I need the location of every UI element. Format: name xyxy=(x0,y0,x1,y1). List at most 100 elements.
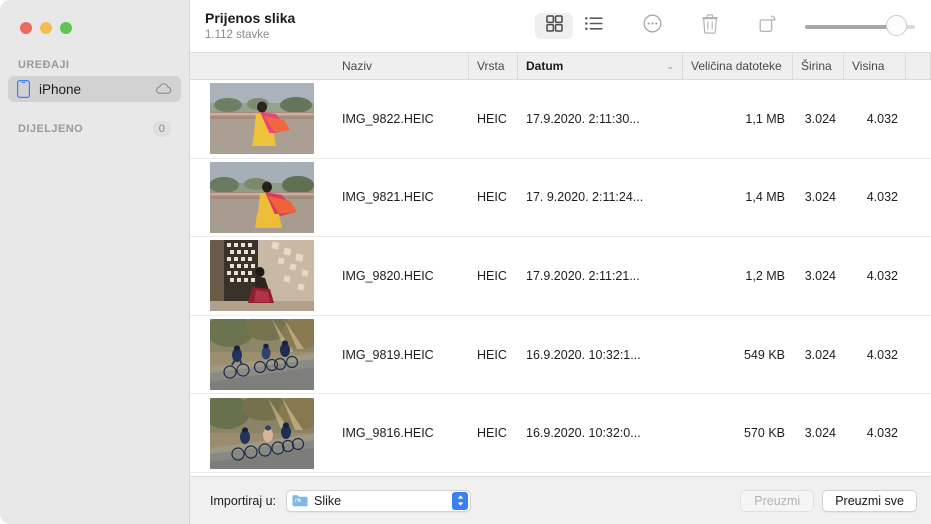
row-name: IMG_9820.HEIC xyxy=(342,268,434,283)
sidebar-section-header-devices: UREĐAJI xyxy=(0,59,189,71)
column-header-name[interactable]: Naziv xyxy=(334,53,469,79)
column-header-thumbnail[interactable] xyxy=(190,53,334,79)
table-row[interactable]: IMG_9821.HEIC HEIC 17. 9.2020. 2:11:24..… xyxy=(190,159,931,238)
row-width: 3.024 xyxy=(804,426,836,441)
title-block: Prijenos slika 1.112 stavke xyxy=(204,10,295,42)
column-header-file-size[interactable]: Veličina datoteke xyxy=(683,53,793,79)
download-actions: Preuzmi Preuzmi sve xyxy=(740,489,917,512)
delete-button[interactable] xyxy=(691,13,729,39)
cloud-icon[interactable] xyxy=(155,83,172,95)
chevron-down-icon: ⌄ xyxy=(666,60,674,71)
bottom-bar: Importiraj u: Slike Preuzmi Preuzmi sve xyxy=(190,476,931,524)
row-height: 4.032 xyxy=(866,111,898,126)
slider-knob[interactable] xyxy=(886,15,908,36)
popup-stepper-icon[interactable] xyxy=(452,491,468,510)
table-column-headers: Naziv Vrsta Datum ⌄ Veličina datoteke Ši… xyxy=(190,52,931,80)
slider-fill xyxy=(805,24,891,29)
column-header-label: Veličina datoteke xyxy=(691,59,782,73)
grid-icon xyxy=(545,15,563,37)
sidebar-section-label: UREĐAJI xyxy=(18,59,70,71)
row-kind: HEIC xyxy=(477,268,507,283)
download-button[interactable]: Preuzmi xyxy=(740,489,815,512)
photo-thumbnail-woman-pink-sari xyxy=(210,83,314,155)
row-thumbnail xyxy=(190,319,334,391)
toolbar-actions xyxy=(535,13,917,39)
column-header-label: Naziv xyxy=(342,59,373,73)
iphone-icon xyxy=(17,80,30,98)
table-row[interactable]: IMG_9820.HEIC HEIC 17.9.2020. 2:11:21...… xyxy=(190,237,931,316)
pictures-folder-icon xyxy=(292,494,308,507)
row-date: 16.9.2020. 10:32:0... xyxy=(526,426,641,441)
column-header-width[interactable]: Širina xyxy=(793,53,844,79)
sidebar-section-label: DIJELJENO xyxy=(18,123,84,135)
list-view-button[interactable] xyxy=(575,13,613,39)
row-date: 17.9.2020. 2:11:30... xyxy=(526,111,640,126)
row-width: 3.024 xyxy=(804,347,836,362)
row-height: 4.032 xyxy=(866,268,898,283)
trash-icon xyxy=(701,13,719,39)
column-header-label: Visina xyxy=(852,59,885,73)
row-kind: HEIC xyxy=(477,347,507,362)
more-options-button[interactable] xyxy=(633,13,671,39)
close-button[interactable] xyxy=(20,21,32,34)
sidebar-item-iphone[interactable]: iPhone xyxy=(8,76,181,102)
ellipsis-circle-icon xyxy=(643,14,662,38)
row-width: 3.024 xyxy=(804,190,836,205)
table-row[interactable]: IMG_9822.HEIC HEIC 17.9.2020. 2:11:30...… xyxy=(190,80,931,159)
row-file-size: 1,1 MB xyxy=(745,111,785,126)
row-thumbnail xyxy=(190,161,334,233)
sidebar-item-label: iPhone xyxy=(39,81,82,97)
row-name: IMG_9821.HEIC xyxy=(342,190,434,205)
destination-folder-label: Slike xyxy=(314,493,342,508)
row-thumbnail xyxy=(190,397,334,469)
row-thumbnail xyxy=(190,240,334,312)
row-file-size: 1,2 MB xyxy=(745,268,785,283)
image-capture-window: UREĐAJI iPhone DIJELJENO 0 Prijenos slik… xyxy=(0,0,931,524)
toolbar: Prijenos slika 1.112 stavke xyxy=(190,0,931,52)
row-kind: HEIC xyxy=(477,426,507,441)
download-all-button[interactable]: Preuzmi sve xyxy=(822,489,917,512)
table-row[interactable]: IMG_9819.HEIC HEIC 16.9.2020. 10:32:1...… xyxy=(190,316,931,395)
photo-thumbnail-woman-pink-sari-2 xyxy=(210,161,314,233)
destination-folder-popup[interactable]: Slike xyxy=(286,489,471,512)
window-controls xyxy=(0,0,189,40)
rotate-button[interactable] xyxy=(749,13,787,39)
minimize-button[interactable] xyxy=(40,21,52,34)
row-date: 17. 9.2020. 2:11:24... xyxy=(526,190,644,205)
row-name: IMG_9819.HEIC xyxy=(342,347,434,362)
row-file-size: 570 KB xyxy=(743,426,785,441)
rotate-icon xyxy=(759,14,778,38)
row-thumbnail xyxy=(190,83,334,155)
row-kind: HEIC xyxy=(477,190,507,205)
row-file-size: 1,4 MB xyxy=(745,190,785,205)
row-kind: HEIC xyxy=(477,111,507,126)
column-header-kind[interactable]: Vrsta xyxy=(469,53,518,79)
row-height: 4.032 xyxy=(866,347,898,362)
list-icon xyxy=(585,16,603,36)
photo-thumbnail-cyclists-misty-road xyxy=(210,319,314,391)
shared-count-badge: 0 xyxy=(153,121,171,137)
row-name: IMG_9816.HEIC xyxy=(342,426,434,441)
grid-view-button[interactable] xyxy=(535,13,573,39)
column-header-date[interactable]: Datum ⌄ xyxy=(518,53,683,79)
maximize-button[interactable] xyxy=(60,21,72,34)
row-height: 4.032 xyxy=(866,190,898,205)
photo-thumbnail-woman-red-sari-lattice xyxy=(210,240,314,312)
row-name: IMG_9822.HEIC xyxy=(342,111,434,126)
thumbnail-size-slider[interactable] xyxy=(805,13,915,39)
download-button-label: Preuzmi xyxy=(754,493,801,508)
row-date: 16.9.2020. 10:32:1... xyxy=(526,347,641,362)
content-area: Prijenos slika 1.112 stavke Naziv Vrsta … xyxy=(190,0,931,524)
column-header-height[interactable]: Visina xyxy=(844,53,906,79)
table-row[interactable]: IMG_9816.HEIC HEIC 16.9.2020. 10:32:0...… xyxy=(190,394,931,473)
column-header-label: Datum xyxy=(526,59,564,73)
import-to-label: Importiraj u: xyxy=(210,493,276,508)
sidebar: UREĐAJI iPhone DIJELJENO 0 xyxy=(0,0,190,524)
download-all-button-label: Preuzmi sve xyxy=(835,493,904,508)
page-title: Prijenos slika xyxy=(205,10,296,26)
column-header-label: Širina xyxy=(801,59,832,73)
file-list[interactable]: IMG_9822.HEIC HEIC 17.9.2020. 2:11:30...… xyxy=(190,80,931,476)
row-date: 17.9.2020. 2:11:21... xyxy=(526,268,640,283)
row-height: 4.032 xyxy=(866,426,898,441)
item-count-label: 1.112 stavke xyxy=(205,29,270,41)
